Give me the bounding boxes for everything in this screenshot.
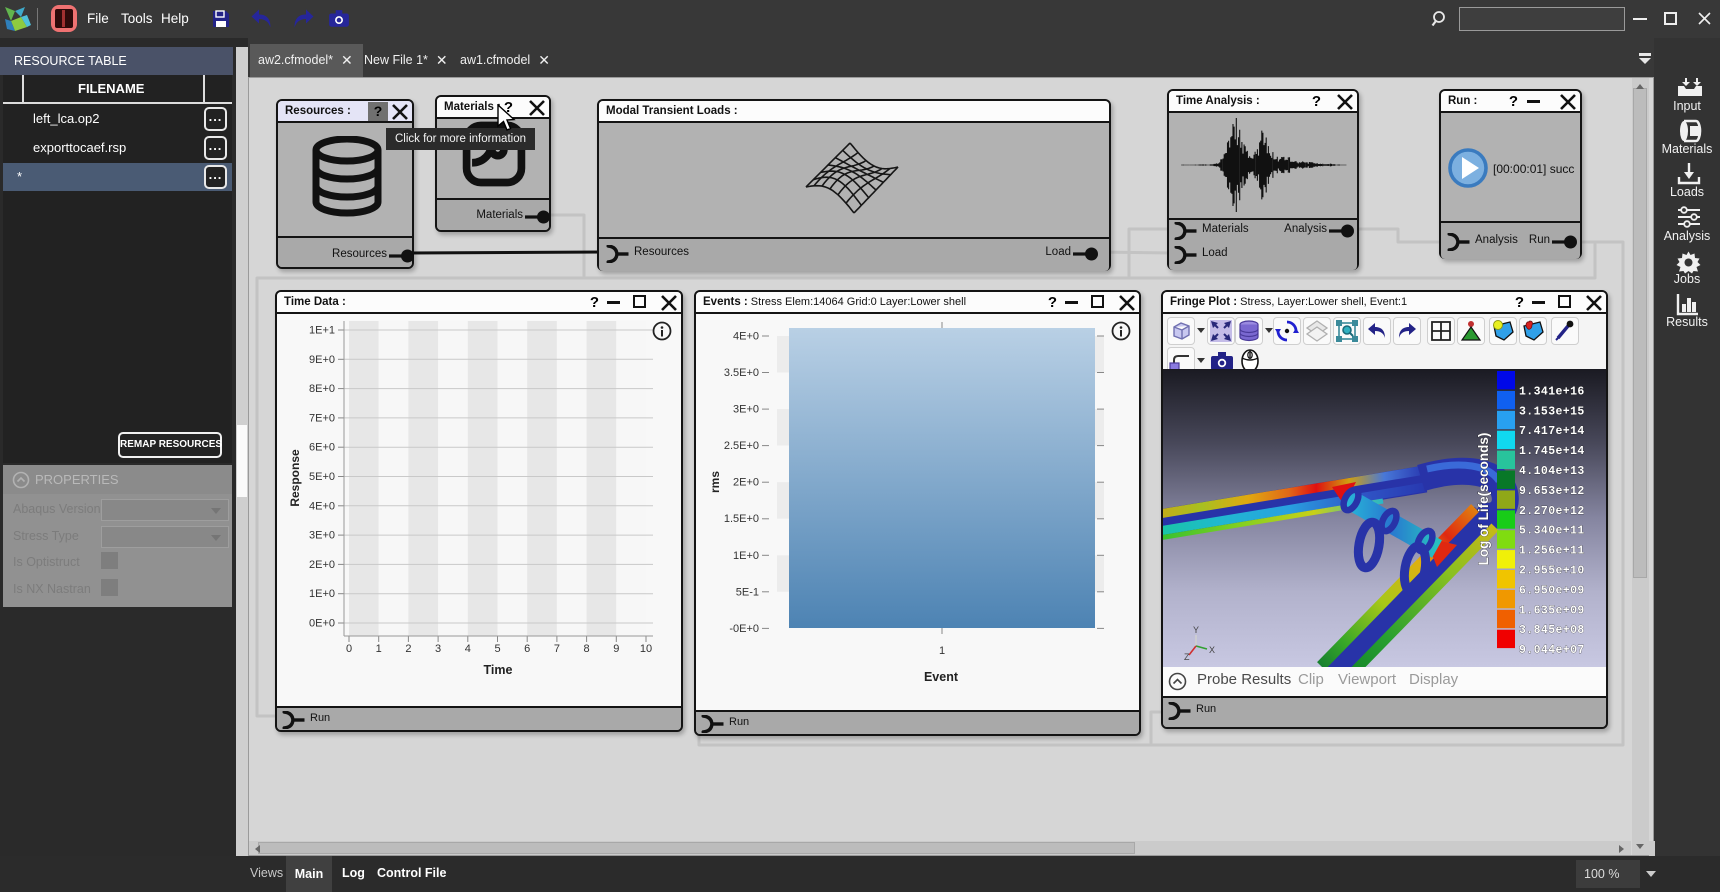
- svg-text:9.653e+12: 9.653e+12: [1519, 485, 1585, 498]
- svg-text:4: 4: [465, 643, 471, 655]
- svg-text:3E+0: 3E+0: [309, 530, 335, 542]
- svg-text:4E+0: 4E+0: [309, 500, 335, 512]
- svg-text:Response: Response: [288, 449, 302, 507]
- svg-text:1.745e+14: 1.745e+14: [1519, 445, 1585, 458]
- svg-text:Z: Z: [1184, 652, 1190, 662]
- svg-text:Time: Time: [484, 663, 513, 677]
- svg-text:2.955e+10: 2.955e+10: [1519, 565, 1585, 578]
- svg-text:7.417e+14: 7.417e+14: [1519, 425, 1585, 438]
- svg-text:0E+0: 0E+0: [309, 618, 335, 630]
- svg-text:7: 7: [554, 643, 560, 655]
- svg-text:Event: Event: [924, 670, 959, 684]
- svg-text:1: 1: [376, 643, 382, 655]
- svg-text:2.270e+12: 2.270e+12: [1519, 505, 1585, 518]
- svg-text:9E+0: 9E+0: [309, 354, 335, 366]
- svg-text:9.044e+07: 9.044e+07: [1519, 644, 1585, 657]
- svg-text:5E+0: 5E+0: [309, 471, 335, 483]
- svg-text:1.635e+09: 1.635e+09: [1519, 604, 1585, 617]
- svg-text:X: X: [1209, 645, 1215, 655]
- svg-text:5: 5: [494, 643, 500, 655]
- svg-text:1.341e+16: 1.341e+16: [1519, 385, 1585, 398]
- svg-text:3.5E+0: 3.5E+0: [724, 367, 759, 379]
- svg-text:Log of Life(seconds): Log of Life(seconds): [1476, 433, 1491, 566]
- svg-text:3.153e+15: 3.153e+15: [1519, 405, 1585, 418]
- svg-text:2.5E+0: 2.5E+0: [724, 440, 759, 452]
- svg-text:5E-1: 5E-1: [736, 586, 759, 598]
- svg-text:3: 3: [435, 643, 441, 655]
- svg-text:1E+1: 1E+1: [309, 325, 335, 337]
- svg-text:2: 2: [405, 643, 411, 655]
- svg-text:6: 6: [524, 643, 530, 655]
- svg-text:9: 9: [613, 643, 619, 655]
- svg-text:5.340e+11: 5.340e+11: [1519, 525, 1585, 538]
- svg-text:7E+0: 7E+0: [309, 412, 335, 424]
- svg-text:4E+0: 4E+0: [733, 331, 759, 343]
- svg-text:6.950e+09: 6.950e+09: [1519, 584, 1585, 597]
- svg-text:1: 1: [939, 645, 945, 657]
- svg-text:3E+0: 3E+0: [733, 404, 759, 416]
- svg-text:1E+0: 1E+0: [309, 588, 335, 600]
- svg-text:1E+0: 1E+0: [733, 550, 759, 562]
- svg-text:2E+0: 2E+0: [733, 477, 759, 489]
- svg-text:2E+0: 2E+0: [309, 559, 335, 571]
- svg-text:-0E+0: -0E+0: [729, 623, 759, 635]
- svg-text:8: 8: [584, 643, 590, 655]
- svg-text:6E+0: 6E+0: [309, 442, 335, 454]
- svg-text:0: 0: [346, 643, 352, 655]
- svg-text:8E+0: 8E+0: [309, 383, 335, 395]
- svg-text:10: 10: [640, 643, 652, 655]
- svg-text:Y: Y: [1193, 625, 1199, 635]
- svg-text:4.104e+13: 4.104e+13: [1519, 465, 1585, 478]
- svg-text:3.845e+08: 3.845e+08: [1519, 624, 1585, 637]
- svg-text:1.256e+11: 1.256e+11: [1519, 545, 1585, 558]
- svg-text:rms: rms: [708, 471, 722, 493]
- svg-text:1.5E+0: 1.5E+0: [724, 513, 759, 525]
